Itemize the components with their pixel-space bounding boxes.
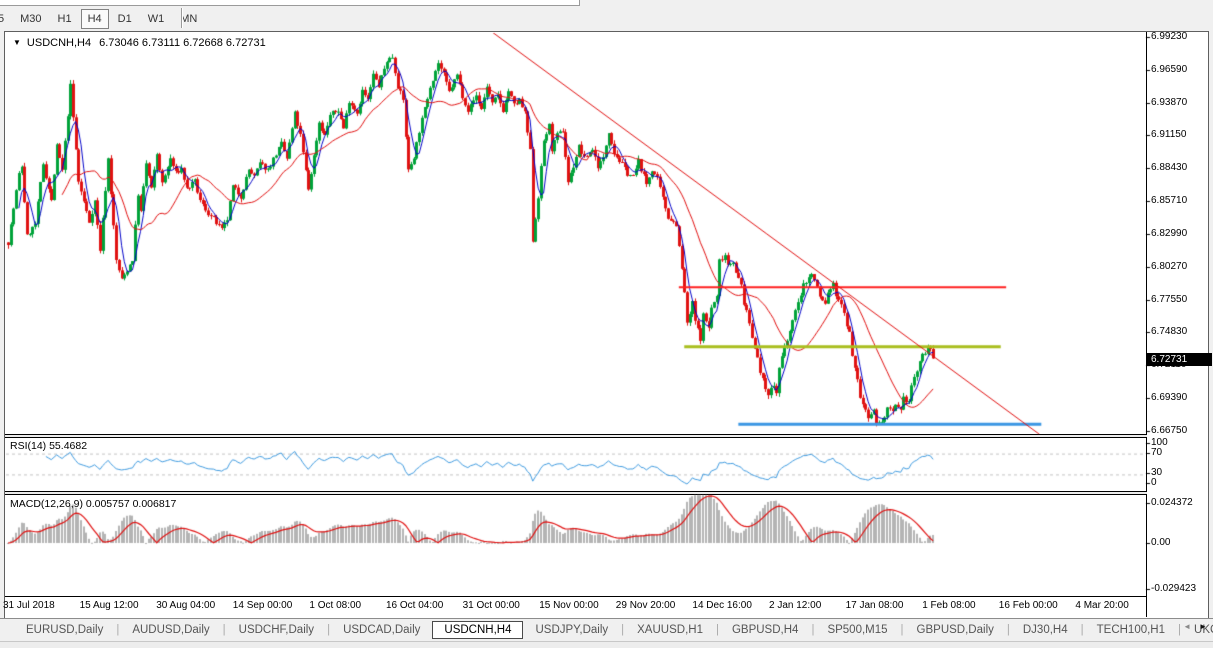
price-axis-label: 6.85710: [1151, 195, 1187, 207]
symbol-tab-eurusd[interactable]: EURUSD,Daily: [14, 621, 115, 639]
price-axis-label: 6.96590: [1151, 64, 1187, 76]
macd-scale-label: 0.00: [1151, 537, 1170, 549]
current-price-tag: 6.72731: [1147, 353, 1212, 366]
time-axis-label: 16 Feb 00:00: [999, 600, 1058, 611]
price-axis-label: 6.66750: [1151, 425, 1187, 437]
chart-dropdown-icon[interactable]: ▼: [13, 38, 21, 47]
price-axis-label: 6.88430: [1151, 162, 1187, 174]
time-axis-label: 31 Oct 00:00: [463, 600, 520, 611]
chart-symbol-label: USDCNH,H4: [27, 37, 91, 49]
time-axis-label: 29 Nov 20:00: [616, 600, 676, 611]
time-axis-label: 15 Nov 00:00: [539, 600, 599, 611]
time-axis-label: 14 Sep 00:00: [233, 600, 293, 611]
macd-panel-top-border: [5, 494, 1147, 495]
timeframe-button-h1[interactable]: H1: [51, 10, 79, 28]
time-axis-label: 2 Jan 12:00: [769, 600, 821, 611]
timeframe-button-m30[interactable]: M30: [13, 10, 48, 28]
symbol-tab-gbpusd[interactable]: GBPUSD,H4: [720, 621, 810, 639]
time-axis-label: 1 Oct 08:00: [309, 600, 361, 611]
tab-scroll-right-icon[interactable]: ►: [1199, 622, 1207, 631]
time-axis-label: 31 Jul 2018: [3, 600, 55, 611]
chart-ohlc-values: 6.73046 6.73111 6.72668 6.72731: [99, 37, 266, 49]
price-axis-label: 6.69390: [1151, 392, 1187, 404]
price-axis-label: 6.74830: [1151, 326, 1187, 338]
tab-scroll-left-icon[interactable]: ◄: [1183, 622, 1191, 631]
chart-window: [4, 31, 1209, 619]
symbol-tab-gbpusd[interactable]: GBPUSD,Daily: [905, 621, 1006, 639]
symbol-tab-xauusd[interactable]: XAUUSD,H1: [625, 621, 715, 639]
rsi-scale-label: 0: [1151, 477, 1157, 489]
macd-indicator-label: MACD(12,26,9) 0.005757 0.006817: [10, 498, 176, 510]
rsi-scale-label: 70: [1151, 447, 1162, 459]
time-axis-label: 16 Oct 04:00: [386, 600, 443, 611]
symbol-tab-usdcnh[interactable]: USDCNH,H4: [432, 621, 523, 639]
symbol-tab-usdjpy[interactable]: USDJPY,Daily: [523, 621, 620, 639]
toolbar-separator: [181, 8, 183, 28]
time-axis-label: 15 Aug 12:00: [80, 600, 139, 611]
symbol-tab-dj30[interactable]: DJ30,H4: [1011, 621, 1080, 639]
timeframe-button-h4[interactable]: H4: [81, 9, 109, 29]
time-axis-label: 30 Aug 04:00: [156, 600, 215, 611]
time-axis-label: 14 Dec 16:00: [692, 600, 752, 611]
chart-title: ▼ USDCNH,H4 6.73046 6.73111 6.72668 6.7273…: [13, 37, 266, 49]
price-axis[interactable]: 6.99230 6.96590 6.93870 6.91150 6.88430 6.857…: [1147, 32, 1207, 617]
symbol-tab-usdcad[interactable]: USDCAD,Daily: [331, 621, 432, 639]
symbol-tab-usdchf[interactable]: USDCHF,Daily: [227, 621, 326, 639]
symbol-tab-tech100[interactable]: TECH100,H1: [1085, 621, 1177, 639]
timeframe-button-d1[interactable]: D1: [111, 10, 139, 28]
symbol-tab-audusd[interactable]: AUDUSD,Daily: [120, 621, 221, 639]
price-axis-label: 6.99230: [1151, 31, 1187, 43]
rsi-indicator-label: RSI(14) 55.4682: [10, 440, 87, 452]
time-axis-label: 4 Mar 20:00: [1075, 600, 1128, 611]
timeframe-button-w1[interactable]: W1: [141, 10, 172, 28]
tab-scroll-controls: ◄ ►: [1183, 622, 1207, 631]
macd-scale-label: -0.029423: [1151, 583, 1196, 595]
price-axis-label: 6.80270: [1151, 261, 1187, 273]
macd-scale-label: 0.024372: [1151, 497, 1193, 509]
time-axis-label: 1 Feb 08:00: [922, 600, 975, 611]
symbol-tab-bar: EURUSD,Daily|AUDUSD,Daily|USDCHF,Daily|U…: [0, 618, 1213, 641]
price-axis-label: 6.77550: [1151, 294, 1187, 306]
price-axis-label: 6.82990: [1151, 228, 1187, 240]
time-axis-label: 17 Jan 08:00: [846, 600, 904, 611]
timeframe-button-5[interactable]: 5: [0, 10, 11, 28]
rsi-panel-top-border: [5, 437, 1147, 438]
timeframe-button-mn[interactable]: MN: [173, 10, 204, 28]
price-axis-label: 6.93870: [1151, 97, 1187, 109]
price-axis-label: 6.91150: [1151, 129, 1186, 141]
symbol-tab-sp500[interactable]: SP500,M15: [815, 621, 899, 639]
